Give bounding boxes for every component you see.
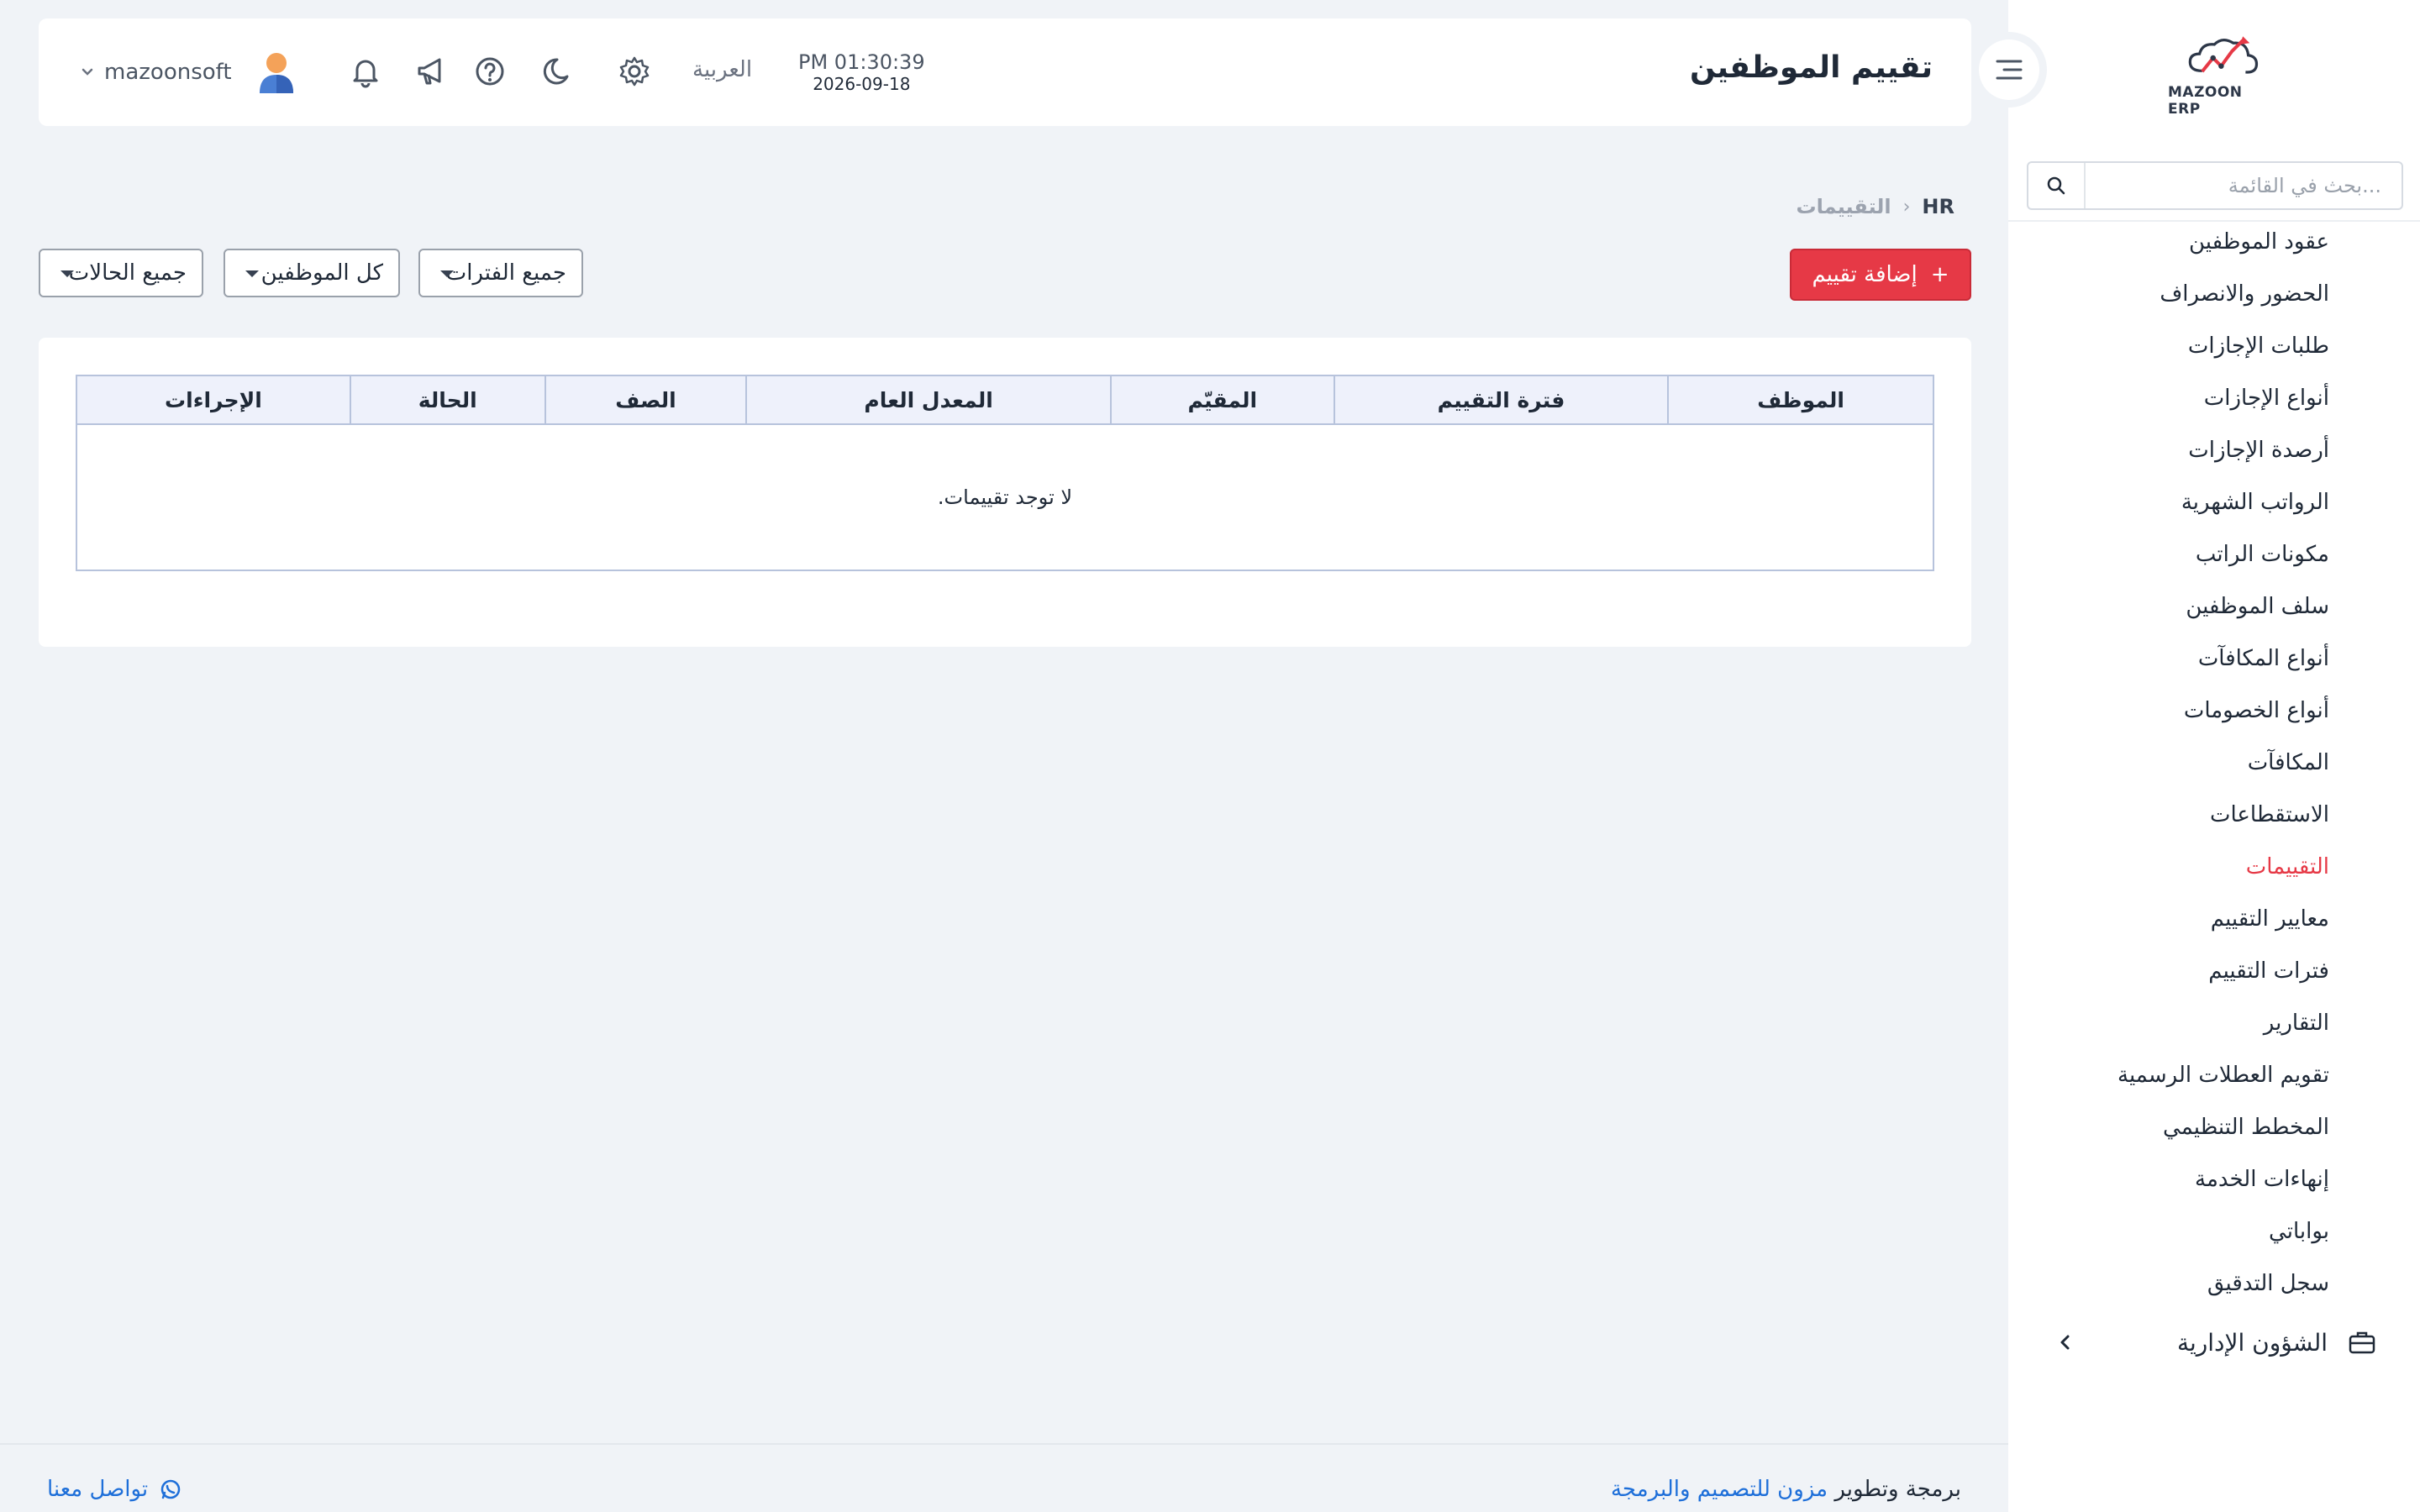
help-icon[interactable] xyxy=(471,52,509,91)
sidebar-item-terminations[interactable]: إنهاءات الخدمة xyxy=(2118,1161,2329,1213)
sidebar-search-input[interactable] xyxy=(2086,163,2402,208)
sidebar-item-reports[interactable]: التقارير xyxy=(2118,1005,2329,1057)
sidebar-item-deduction-types[interactable]: أنواع الخصومات xyxy=(2118,692,2329,744)
sidebar-item-monthly-salaries[interactable]: الرواتب الشهرية xyxy=(2118,484,2329,536)
column-actions: الإجراءات xyxy=(76,375,351,425)
caret-down-icon xyxy=(440,270,454,277)
employees-filter-select[interactable]: كل الموظفين xyxy=(224,249,400,297)
briefcase-icon xyxy=(2349,1331,2375,1354)
sidebar-item-evaluations[interactable]: التقييمات xyxy=(2118,848,2329,900)
logo[interactable]: MAZOON ERP xyxy=(2168,34,2277,118)
plus-icon: + xyxy=(1930,262,1949,287)
username: mazoonsoft xyxy=(104,60,232,85)
menu-toggle-icon xyxy=(1996,60,2023,80)
empty-state-message: لا توجد تقييمات. xyxy=(76,423,1934,571)
footer-company-link[interactable]: مزون للتصميم والبرمجة xyxy=(1611,1477,1828,1502)
sidebar-item-leave-balances[interactable]: أرصدة الإجازات xyxy=(2118,432,2329,484)
contact-us-link[interactable]: تواصل معنا xyxy=(47,1477,182,1502)
page-title: تقييم الموظفين xyxy=(1689,50,1933,85)
sidebar-menu: عقود الموظفين الحضور والانصراف طلبات الإ… xyxy=(2118,223,2329,1317)
chevron-down-icon xyxy=(82,68,93,76)
column-employee: الموظف xyxy=(1667,375,1934,425)
breadcrumb: HR ‹ التقييمات xyxy=(1796,195,1954,218)
sidebar-group-label: الشؤون الإدارية xyxy=(2176,1328,2328,1357)
periods-filter-value: جميع الفترات xyxy=(445,260,566,286)
clock-date: 2026-09-18 xyxy=(813,74,911,94)
sidebar-item-org-chart[interactable]: المخطط التنظيمي xyxy=(2118,1109,2329,1161)
periods-filter-select[interactable]: جميع الفترات xyxy=(418,249,583,297)
breadcrumb-separator-icon: ‹ xyxy=(1902,196,1911,218)
sidebar-group-administrative[interactable]: الشؤون الإدارية xyxy=(2057,1320,2376,1364)
add-evaluation-label: إضافة تقييم xyxy=(1812,262,1918,287)
sidebar-item-evaluation-periods[interactable]: فترات التقييم xyxy=(2118,953,2329,1005)
caret-down-icon xyxy=(60,270,74,277)
breadcrumb-root[interactable]: HR xyxy=(1922,195,1954,218)
sidebar-item-salary-components[interactable]: مكونات الراتب xyxy=(2118,536,2329,588)
table-header-row: الموظف فترة التقييم المقيّم المعدل العام… xyxy=(76,375,1934,425)
bell-icon[interactable] xyxy=(346,52,385,91)
avatar xyxy=(259,53,293,93)
sidebar-item-holiday-calendar[interactable]: تقويم العطلات الرسمية xyxy=(2118,1057,2329,1109)
contact-us-label: تواصل معنا xyxy=(47,1477,149,1502)
sidebar-item-my-portals[interactable]: بواباتي xyxy=(2118,1213,2329,1265)
sidebar-item-bonuses[interactable]: المكافآت xyxy=(2118,744,2329,796)
sidebar-toggle-button[interactable] xyxy=(1971,32,2047,108)
search-icon[interactable] xyxy=(2028,163,2086,208)
footer: برمجة وتطوير مزون للتصميم والبرمجة تواصل… xyxy=(0,1443,2008,1512)
evaluations-card: الموظف فترة التقييم المقيّم المعدل العام… xyxy=(39,338,1971,647)
evaluations-table: الموظف فترة التقييم المقيّم المعدل العام… xyxy=(76,375,1934,571)
sidebar-item-deductions[interactable]: الاستقطاعات xyxy=(2118,796,2329,848)
column-evaluation-period: فترة التقييم xyxy=(1333,375,1670,425)
sidebar-item-attendance[interactable]: الحضور والانصراف xyxy=(2118,276,2329,328)
sidebar-item-bonus-types[interactable]: أنواع المكافآت xyxy=(2118,640,2329,692)
sidebar-item-employee-advances[interactable]: سلف الموظفين xyxy=(2118,588,2329,640)
moon-icon[interactable] xyxy=(539,52,578,91)
top-header: تقييم الموظفين PM 01:30:39 2026-09-18 ال… xyxy=(39,18,1971,126)
footer-credit: برمجة وتطوير مزون للتصميم والبرمجة xyxy=(1611,1477,1961,1502)
logo-icon xyxy=(2188,36,2259,74)
user-menu[interactable]: mazoonsoft xyxy=(81,49,297,96)
megaphone-icon[interactable] xyxy=(412,52,450,91)
sidebar-search xyxy=(2027,161,2403,210)
sidebar-item-leave-types[interactable]: أنواع الإجازات xyxy=(2118,380,2329,432)
settings-icon[interactable] xyxy=(615,52,654,91)
sidebar-item-evaluation-criteria[interactable]: معايير التقييم xyxy=(2118,900,2329,953)
whatsapp-icon xyxy=(160,1479,181,1499)
caret-down-icon xyxy=(245,270,259,277)
column-grade: الصف xyxy=(544,375,748,425)
table-row: لا توجد تقييمات. xyxy=(76,423,1934,571)
breadcrumb-current: التقييمات xyxy=(1796,195,1891,218)
column-overall-average: المعدل العام xyxy=(745,375,1112,425)
sidebar-item-leave-requests[interactable]: طلبات الإجازات xyxy=(2118,328,2329,380)
clock-time: PM 01:30:39 xyxy=(798,50,925,74)
sidebar: MAZOON ERP عقود الموظفين الحضور والانصرا… xyxy=(1971,0,2420,1512)
column-evaluator: المقيّم xyxy=(1109,375,1335,425)
employees-filter-value: كل الموظفين xyxy=(260,260,383,286)
logo-text: MAZOON ERP xyxy=(2168,84,2243,118)
clock: PM 01:30:39 2026-09-18 xyxy=(798,50,925,94)
chevron-left-icon xyxy=(2060,1335,2070,1350)
statuses-filter-value: جميع الحالات xyxy=(68,260,187,286)
footer-credit-prefix: برمجة وتطوير xyxy=(1834,1477,1961,1502)
sidebar-item-audit-log[interactable]: سجل التدقيق xyxy=(2118,1265,2329,1317)
column-status: الحالة xyxy=(349,375,546,425)
statuses-filter-select[interactable]: جميع الحالات xyxy=(39,249,203,297)
language-switch[interactable]: العربية xyxy=(692,57,752,82)
sidebar-divider xyxy=(2008,220,2420,222)
add-evaluation-button[interactable]: + إضافة تقييم xyxy=(1790,249,1971,301)
sidebar-item-employee-contracts[interactable]: عقود الموظفين xyxy=(2118,223,2329,276)
